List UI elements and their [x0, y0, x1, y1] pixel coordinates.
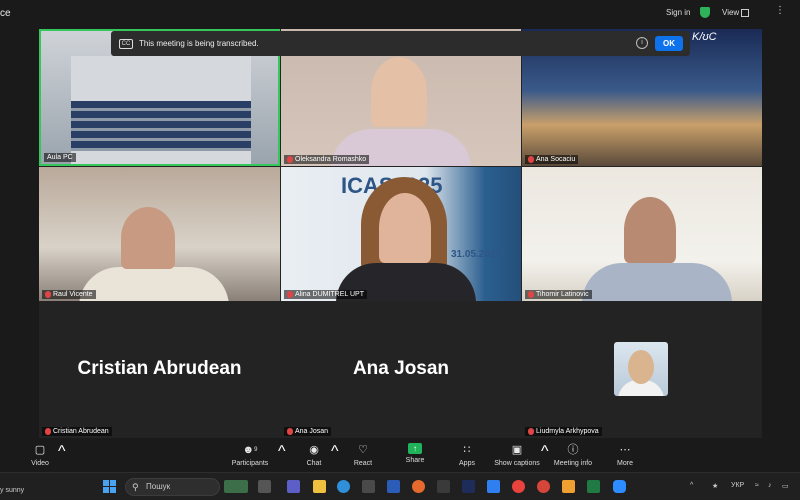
- meeting-info-button[interactable]: ⓘ Meeting info: [552, 443, 594, 467]
- video-options-chevron[interactable]: ^: [58, 443, 66, 461]
- taskbar-search-box[interactable]: ⚲ Пошук: [125, 478, 220, 496]
- video-tile-alina-dumitrel[interactable]: ICAS2025 31.05.2025 Alina DUMITREL UPT: [281, 167, 521, 301]
- meeting-toolbar: ▢ Video ^ ☻9 Participants ^ ◉ Chat ^ ♡ R…: [0, 440, 800, 472]
- chrome-alt-icon[interactable]: [537, 480, 550, 493]
- chat-icon: ◉: [309, 444, 319, 456]
- video-tile-cristian-abrudean[interactable]: Cristian Abrudean Cristian Abrudean: [39, 302, 280, 438]
- chat-options-chevron[interactable]: ^: [331, 443, 339, 461]
- participant-face: [121, 207, 175, 269]
- dropbox-icon[interactable]: [487, 480, 500, 493]
- heart-icon: ♡: [358, 444, 368, 456]
- captions-options-chevron[interactable]: ^: [541, 443, 549, 461]
- lecture-seats: [71, 101, 251, 151]
- app-icon[interactable]: [437, 480, 450, 493]
- ok-button[interactable]: OK: [655, 36, 683, 51]
- info-circle-icon: ⓘ: [567, 444, 579, 456]
- participant-name-label: Cristian Abrudean: [42, 427, 112, 436]
- participant-body: [79, 267, 229, 301]
- gallery-grid-icon[interactable]: [741, 9, 749, 17]
- app-title: ce: [0, 8, 11, 19]
- firefox-icon[interactable]: [412, 480, 425, 493]
- closed-captions-icon: CC: [119, 38, 133, 49]
- os-taskbar: y sunny ⚲ Пошук ^ ★ УКР ≈ ♪ ▭: [0, 472, 800, 500]
- word-icon[interactable]: [387, 480, 400, 493]
- excel-icon[interactable]: [587, 480, 600, 493]
- slide-date: 31.05.2025: [451, 249, 502, 260]
- apps-icon: ∷: [463, 444, 471, 456]
- video-button[interactable]: ▢ Video: [28, 443, 52, 467]
- video-camera-icon: ▢: [34, 444, 46, 456]
- mic-muted-icon: [287, 156, 293, 163]
- tray-chevron-icon[interactable]: ^: [690, 482, 693, 489]
- participant-name-label: Alina DUMITREL UPT: [284, 290, 367, 299]
- transcription-notice: This meeting is being transcribed.: [139, 39, 259, 48]
- share-screen-icon: ↑: [408, 443, 422, 454]
- shield-icon[interactable]: [700, 7, 710, 18]
- more-dots-icon: ⋯: [619, 444, 631, 456]
- mic-muted-icon: [528, 291, 534, 298]
- language-indicator[interactable]: УКР: [731, 482, 744, 489]
- participants-icon: ☻9: [242, 444, 258, 456]
- captions-icon: ▣: [511, 444, 523, 456]
- more-button[interactable]: ⋯ More: [613, 443, 637, 467]
- participant-name-label: Oleksandra Romashko: [284, 155, 370, 164]
- participant-face: [371, 57, 427, 127]
- tray-app-icon[interactable]: ★: [712, 482, 718, 490]
- participant-name-label: Ana Josan: [284, 427, 332, 436]
- wifi-icon[interactable]: ≈: [755, 482, 759, 489]
- weather-widget[interactable]: y sunny: [0, 487, 24, 494]
- mic-muted-icon: [45, 428, 51, 435]
- widget-app-icon[interactable]: [224, 480, 248, 493]
- chat-button[interactable]: ◉ Chat: [302, 443, 326, 467]
- virtual-background-logo: K/ʊC: [692, 31, 717, 43]
- windows-start-icon[interactable]: [103, 480, 116, 493]
- zoom-icon[interactable]: [613, 480, 626, 493]
- teams-icon[interactable]: [287, 480, 300, 493]
- view-button[interactable]: View: [722, 8, 739, 17]
- battery-icon[interactable]: ▭: [782, 482, 789, 490]
- search-icon: ⚲: [132, 482, 139, 492]
- participant-face: [624, 197, 676, 263]
- share-button[interactable]: ↑ Share: [402, 443, 428, 464]
- title-bar: ce Sign in View ⋮: [0, 0, 800, 26]
- task-view-icon[interactable]: [258, 480, 271, 493]
- participants-options-chevron[interactable]: ^: [278, 443, 286, 461]
- video-tile-raul-vicente[interactable]: Raul Vicente: [39, 167, 280, 301]
- video-tile-ana-josan[interactable]: Ana Josan Ana Josan: [281, 302, 521, 438]
- mic-muted-icon: [287, 291, 293, 298]
- participant-avatar: [614, 342, 668, 396]
- participant-name-label: Ana Socaciu: [525, 155, 579, 164]
- video-tile-tihomir[interactable]: Tihomir Latinovic: [522, 167, 762, 301]
- participant-name-label: Tihomir Latinovic: [525, 290, 592, 299]
- app-orange-icon[interactable]: [562, 480, 575, 493]
- sign-in-link[interactable]: Sign in: [666, 8, 690, 17]
- participant-name-label: Liudmyla Arkhypova: [525, 427, 602, 436]
- show-captions-button[interactable]: ▣ Show captions: [494, 443, 540, 467]
- react-button[interactable]: ♡ React: [350, 443, 376, 467]
- info-icon[interactable]: i: [636, 37, 648, 49]
- participant-name-label: Raul Vicente: [42, 290, 96, 299]
- mic-muted-icon: [45, 291, 51, 298]
- participant-count: 9: [254, 447, 258, 453]
- store-icon[interactable]: [362, 480, 375, 493]
- chrome-icon[interactable]: [512, 480, 525, 493]
- participant-face: [379, 193, 431, 263]
- mic-muted-icon: [287, 428, 293, 435]
- more-options-icon[interactable]: ⋮: [775, 5, 785, 16]
- file-explorer-icon[interactable]: [313, 480, 326, 493]
- b-app-icon[interactable]: [462, 480, 475, 493]
- participant-big-name: Ana Josan: [352, 358, 450, 379]
- participant-name-label: Aula PC: [44, 153, 76, 162]
- volume-icon[interactable]: ♪: [768, 482, 772, 489]
- participants-button[interactable]: ☻9 Participants: [230, 443, 270, 467]
- apps-button[interactable]: ∷ Apps: [455, 443, 479, 467]
- transcription-banner: CC This meeting is being transcribed. i …: [111, 31, 690, 56]
- mic-muted-icon: [528, 156, 534, 163]
- mic-muted-icon: [528, 428, 534, 435]
- edge-icon[interactable]: [337, 480, 350, 493]
- participant-body: [582, 263, 732, 301]
- participant-big-name: Cristian Abrudean: [77, 358, 242, 379]
